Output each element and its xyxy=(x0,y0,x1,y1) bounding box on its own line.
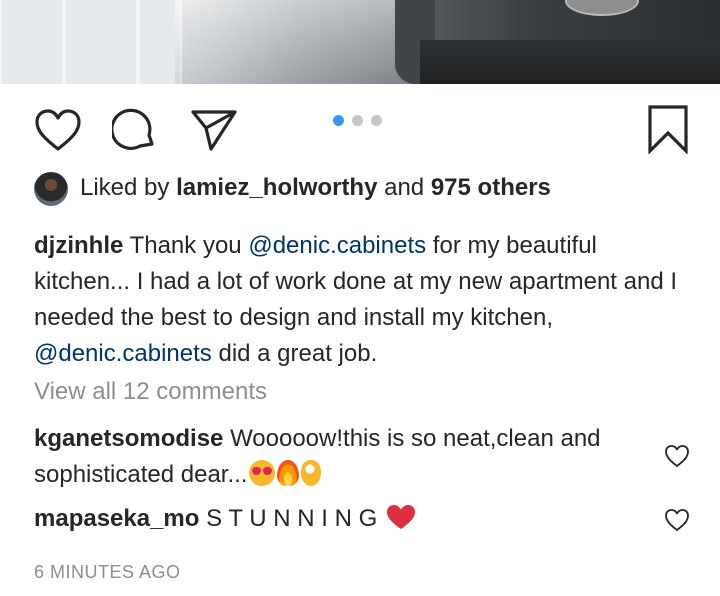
caption-author[interactable]: djzinhle xyxy=(34,232,123,259)
cabinet-door xyxy=(0,0,64,84)
likes-text: Liked by lamiez_holworthy and 975 others xyxy=(80,174,551,202)
ok-hand-emoji xyxy=(301,460,322,486)
comment-username[interactable]: kganetsomodise xyxy=(34,425,223,452)
caption-text: did a great job. xyxy=(218,340,378,367)
view-all-comments-link[interactable]: View all 12 comments xyxy=(34,377,267,407)
likes-count[interactable]: 975 others xyxy=(431,174,551,201)
comment-username[interactable]: mapaseka_mo xyxy=(34,505,199,532)
likes-prefix: Liked by xyxy=(80,174,170,201)
heart-icon[interactable] xyxy=(664,444,690,468)
paper-plane-icon[interactable] xyxy=(190,108,238,152)
fire-emoji xyxy=(277,460,300,486)
comment-bubble-icon[interactable] xyxy=(112,107,158,153)
heart-eyes-emoji xyxy=(249,460,276,486)
liker-username[interactable]: lamiez_holworthy xyxy=(176,174,377,201)
comment: kganetsomodise Wooooow!this is so neat,c… xyxy=(34,421,654,493)
heart-icon[interactable] xyxy=(664,508,690,532)
caption-mention[interactable]: @denic.cabinets xyxy=(248,232,426,259)
likes-summary[interactable]: Liked by lamiez_holworthy and 975 others xyxy=(34,166,694,210)
heart-icon[interactable] xyxy=(34,108,82,152)
carousel-dot-active xyxy=(333,115,344,126)
carousel-dot xyxy=(352,115,363,126)
comment-text: S T U N N I N G xyxy=(206,505,378,532)
likes-conj: and xyxy=(384,174,425,201)
bowl xyxy=(565,0,639,16)
post-image[interactable] xyxy=(0,0,720,84)
carousel-indicator xyxy=(333,115,385,127)
glass-panel xyxy=(175,0,415,84)
caption-text: Thank you xyxy=(129,232,242,259)
avatar[interactable] xyxy=(34,172,68,206)
red-heart-emoji xyxy=(386,504,416,530)
dining-table xyxy=(420,40,720,84)
post-timestamp: 6 MINUTES AGO xyxy=(34,562,181,582)
carousel-dot xyxy=(371,115,382,126)
bookmark-icon[interactable] xyxy=(646,104,690,154)
comment: mapaseka_mo S T U N N I N G xyxy=(34,501,654,537)
post-action-bar xyxy=(0,100,720,156)
post-caption: djzinhle Thank you @denic.cabinets for m… xyxy=(34,228,694,372)
cabinet-door xyxy=(64,0,138,84)
caption-mention[interactable]: @denic.cabinets xyxy=(34,340,212,367)
